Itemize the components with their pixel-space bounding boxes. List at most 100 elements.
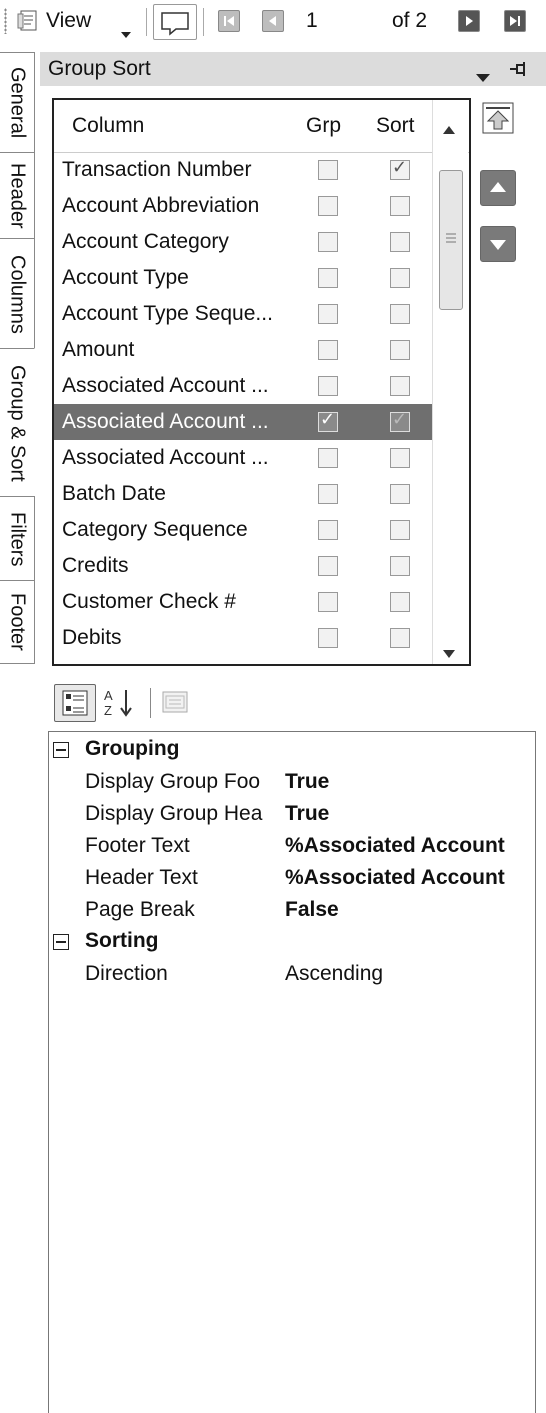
sort-checkbox[interactable]: [390, 484, 410, 504]
table-row[interactable]: Customer Check #: [54, 584, 432, 620]
table-row-partial[interactable]: [54, 656, 432, 666]
table-row[interactable]: Amount: [54, 332, 432, 368]
grip-icon[interactable]: [4, 8, 7, 34]
row-column-name: Debits: [62, 626, 122, 649]
tab-general[interactable]: General: [0, 52, 35, 154]
sort-checkbox[interactable]: [390, 664, 410, 666]
group-checkbox[interactable]: [318, 376, 338, 396]
first-page-icon[interactable]: [218, 10, 240, 32]
collapse-icon[interactable]: [53, 742, 69, 758]
tab-filters[interactable]: Filters: [0, 496, 35, 582]
group-checkbox[interactable]: [318, 196, 338, 216]
property-row[interactable]: Display Group Foo True: [49, 766, 535, 798]
tab-group-sort[interactable]: Group & Sort: [0, 348, 35, 498]
table-row[interactable]: Associated Account ...: [54, 440, 432, 476]
sort-checkbox[interactable]: [390, 628, 410, 648]
sort-checkbox[interactable]: [390, 157, 410, 180]
property-value[interactable]: Ascending: [285, 962, 383, 986]
grid-scrollbar[interactable]: [432, 100, 468, 664]
property-name: Direction: [85, 962, 168, 985]
row-column-name: Associated Account ...: [62, 410, 269, 433]
sort-checkbox[interactable]: [390, 409, 410, 432]
property-pages-icon[interactable]: [160, 688, 190, 716]
sort-checkbox[interactable]: [390, 304, 410, 324]
property-value[interactable]: %Associated Account: [285, 834, 505, 858]
dropdown-arrow-icon[interactable]: [121, 20, 131, 44]
group-checkbox[interactable]: [318, 664, 338, 666]
table-row[interactable]: Associated Account ...: [54, 404, 432, 440]
tab-footer[interactable]: Footer: [0, 580, 35, 664]
sort-checkbox[interactable]: [390, 232, 410, 252]
sort-checkbox[interactable]: [390, 520, 410, 540]
group-checkbox[interactable]: [318, 448, 338, 468]
property-name: Display Group Foo: [85, 770, 261, 793]
next-page-icon[interactable]: [458, 10, 480, 32]
property-grid[interactable]: Grouping Display Group Foo True Display Gr…: [48, 731, 536, 1413]
previous-page-icon[interactable]: [262, 10, 284, 32]
sort-header[interactable]: Sort: [376, 114, 415, 138]
group-checkbox[interactable]: [318, 520, 338, 540]
table-row[interactable]: Category Sequence: [54, 512, 432, 548]
column-grid[interactable]: Column Grp Sort Transaction Number Accoun…: [52, 98, 471, 666]
table-row[interactable]: Associated Account ...: [54, 368, 432, 404]
group-checkbox[interactable]: [318, 484, 338, 504]
sort-checkbox[interactable]: [390, 592, 410, 612]
table-row[interactable]: Account Type: [54, 260, 432, 296]
last-page-icon[interactable]: [504, 10, 526, 32]
property-value[interactable]: True: [285, 770, 329, 794]
property-row[interactable]: Direction Ascending: [49, 958, 535, 990]
collapse-icon[interactable]: [53, 934, 69, 950]
property-row[interactable]: Page Break False: [49, 894, 535, 926]
table-row[interactable]: Transaction Number: [54, 152, 432, 188]
group-checkbox[interactable]: [318, 628, 338, 648]
categorized-icon[interactable]: [54, 684, 96, 722]
group-checkbox[interactable]: [318, 340, 338, 360]
comment-icon[interactable]: [153, 4, 197, 40]
property-row[interactable]: Display Group Hea True: [49, 798, 535, 830]
grp-header[interactable]: Grp: [306, 114, 341, 138]
scrollbar-thumb[interactable]: [439, 170, 463, 310]
property-value[interactable]: True: [285, 802, 329, 826]
panel-menu-icon[interactable]: [476, 65, 490, 89]
tab-columns[interactable]: Columns: [0, 238, 35, 350]
property-value[interactable]: %Associated Account: [285, 866, 505, 890]
group-checkbox[interactable]: [318, 592, 338, 612]
scroll-down-icon[interactable]: [443, 640, 455, 664]
move-up-icon[interactable]: [480, 170, 516, 206]
sort-checkbox[interactable]: [390, 340, 410, 360]
property-row[interactable]: Footer Text %Associated Account: [49, 830, 535, 862]
group-checkbox[interactable]: [318, 304, 338, 324]
group-checkbox[interactable]: [318, 232, 338, 252]
sort-checkbox[interactable]: [390, 556, 410, 576]
group-checkbox[interactable]: [318, 268, 338, 288]
column-header[interactable]: Column: [72, 114, 144, 138]
move-down-icon[interactable]: [480, 226, 516, 262]
pin-icon[interactable]: [508, 60, 528, 84]
sort-checkbox[interactable]: [390, 448, 410, 468]
sort-checkbox[interactable]: [390, 196, 410, 216]
property-value[interactable]: False: [285, 898, 339, 922]
view-icon[interactable]: [16, 8, 42, 34]
side-tabs: General Header Columns Group & Sort Filt…: [0, 52, 36, 664]
move-top-icon[interactable]: [480, 100, 516, 136]
table-row[interactable]: Account Category: [54, 224, 432, 260]
scroll-up-icon[interactable]: [443, 116, 455, 140]
property-row[interactable]: Header Text %Associated Account: [49, 862, 535, 894]
sort-checkbox[interactable]: [390, 268, 410, 288]
table-row[interactable]: Credits: [54, 548, 432, 584]
current-page-number[interactable]: 1: [306, 9, 318, 33]
view-menu-label[interactable]: View: [46, 9, 91, 33]
table-row[interactable]: Debits: [54, 620, 432, 656]
group-checkbox[interactable]: [318, 556, 338, 576]
sort-checkbox[interactable]: [390, 376, 410, 396]
sort-az-icon[interactable]: AZ: [100, 684, 140, 720]
table-row[interactable]: Account Abbreviation: [54, 188, 432, 224]
category-sorting[interactable]: Sorting: [49, 926, 535, 958]
group-checkbox[interactable]: [318, 160, 338, 180]
table-row[interactable]: Batch Date: [54, 476, 432, 512]
category-grouping[interactable]: Grouping: [49, 734, 535, 766]
tab-header[interactable]: Header: [0, 152, 35, 240]
table-row[interactable]: Account Type Seque...: [54, 296, 432, 332]
row-column-name: Amount: [62, 338, 135, 361]
group-checkbox[interactable]: [318, 409, 338, 432]
